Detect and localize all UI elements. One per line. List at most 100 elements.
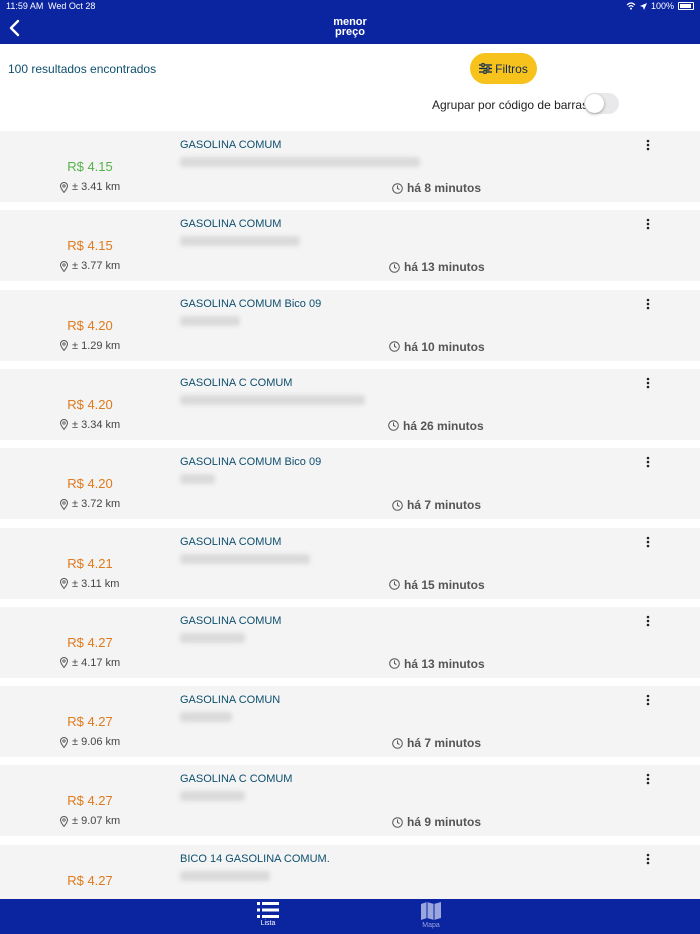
redacted-store-name xyxy=(180,712,232,723)
location-arrow-icon xyxy=(639,2,647,10)
price-value: R$ 4.20 xyxy=(67,476,113,492)
product-name: GASOLINA C COMUM xyxy=(180,376,293,389)
tab-bar: Lista Mapa xyxy=(0,899,700,934)
result-card[interactable]: R$ 4.15 ± 3.77 km GASOLINA COMUM há 13 minu… xyxy=(0,210,700,282)
updated-time-text: há 13 minutos xyxy=(404,656,485,671)
updated-time-text: há 7 minutos xyxy=(407,736,482,751)
more-vertical-icon xyxy=(646,298,650,309)
updated-time-text: há 7 minutos xyxy=(407,498,482,513)
updated-time: há 15 minutos xyxy=(389,578,485,592)
distance: ± 3.41 km xyxy=(60,181,120,193)
clock-icon xyxy=(392,499,403,511)
clock-icon xyxy=(389,341,400,352)
updated-time: há 10 minutos xyxy=(389,340,485,354)
updated-time-text: há 8 minutos xyxy=(407,181,482,195)
price-value: R$ 4.27 xyxy=(67,714,113,730)
distance-text: ± 3.72 km xyxy=(72,498,121,511)
more-vertical-icon xyxy=(646,536,650,547)
chevron-left-icon xyxy=(9,19,20,37)
distance-text: ± 3.77 km xyxy=(72,260,121,273)
distance: ± 4.17 km xyxy=(60,657,120,669)
product-name: BICO 14 GASOLINA COMUM. xyxy=(180,852,330,865)
updated-time-text: há 9 minutos xyxy=(407,815,482,830)
clock-icon xyxy=(389,579,400,590)
updated-time-text: há 10 minutos xyxy=(404,339,485,354)
clock-icon xyxy=(392,737,403,749)
status-right: 100% xyxy=(626,1,694,11)
status-date: Wed Oct 28 xyxy=(48,1,96,11)
more-vertical-icon xyxy=(646,774,650,785)
product-name: GASOLINA COMUM xyxy=(180,535,282,548)
battery-icon xyxy=(678,2,694,10)
result-card[interactable]: R$ 4.27 ± 4.17 km GASOLINA COMUM há 13 minu… xyxy=(0,606,700,678)
distance: ± 1.29 km xyxy=(60,340,120,352)
clock-icon xyxy=(389,261,400,273)
distance: ± 3.34 km xyxy=(60,419,120,431)
more-options-button[interactable] xyxy=(640,454,656,470)
more-options-button[interactable] xyxy=(640,534,656,550)
result-card[interactable]: R$ 4.21 ± 3.11 km GASOLINA COMUM há 15 minu… xyxy=(0,527,700,599)
redacted-store-name xyxy=(180,553,310,564)
location-pin-icon xyxy=(60,340,68,352)
distance: ± 9.07 km xyxy=(60,815,120,827)
product-name: GASOLINA C COMUM xyxy=(180,773,293,786)
location-pin-icon xyxy=(60,657,68,669)
clock-icon xyxy=(392,817,403,828)
product-name: GASOLINA COMUN xyxy=(180,694,281,707)
map-icon xyxy=(421,902,441,920)
filters-label: Filtros xyxy=(495,61,528,76)
updated-time: há 13 minutos xyxy=(389,260,485,274)
product-name: GASOLINA COMUM xyxy=(180,614,282,627)
price-value: R$ 4.27 xyxy=(67,872,113,888)
more-options-button[interactable] xyxy=(640,296,656,312)
redacted-store-name xyxy=(180,236,300,247)
result-card[interactable]: R$ 4.20 ± 3.72 km GASOLINA COMUM Bico 09 há… xyxy=(0,448,700,520)
results-count: 100 resultados encontrados xyxy=(8,62,157,76)
redacted-store-name xyxy=(180,632,245,643)
distance-text: ± 1.29 km xyxy=(72,339,121,352)
more-options-button[interactable] xyxy=(640,692,656,708)
location-pin-icon xyxy=(60,260,68,272)
result-card[interactable]: R$ 4.20 ± 1.29 km GASOLINA COMUM Bico 09 há… xyxy=(0,289,700,361)
status-time: 11:59 AM xyxy=(6,1,44,11)
updated-time: há 13 minutos xyxy=(389,657,485,671)
more-vertical-icon xyxy=(646,139,650,151)
tab-lista[interactable]: Lista xyxy=(238,901,298,927)
location-pin-icon xyxy=(60,578,68,589)
product-name: GASOLINA COMUM Bico 09 xyxy=(180,456,322,469)
price-value: R$ 4.15 xyxy=(67,238,113,254)
more-options-button[interactable] xyxy=(640,851,656,867)
back-button[interactable] xyxy=(4,16,26,40)
more-options-button[interactable] xyxy=(640,375,656,391)
result-card[interactable]: R$ 4.15 ± 3.41 km GASOLINA COMUM há 8 minut… xyxy=(0,131,700,202)
updated-time: há 7 minutos xyxy=(392,498,481,512)
updated-time: há 7 minutos xyxy=(392,736,481,750)
product-name: GASOLINA COMUM xyxy=(180,139,282,151)
tab-mapa[interactable]: Mapa xyxy=(401,901,461,929)
filters-button[interactable]: Filtros xyxy=(470,53,537,84)
more-options-button[interactable] xyxy=(640,137,656,153)
more-vertical-icon xyxy=(646,377,650,389)
location-pin-icon xyxy=(60,736,68,748)
distance-text: ± 3.41 km xyxy=(72,181,121,193)
redacted-store-name xyxy=(180,315,240,326)
price-value: R$ 4.20 xyxy=(67,317,113,333)
location-pin-icon xyxy=(60,419,68,431)
wifi-icon xyxy=(626,2,636,10)
clock-icon xyxy=(388,420,399,432)
app-logo: menor preço xyxy=(305,17,395,38)
result-card[interactable]: R$ 4.27 ± 9.06 km GASOLINA COMUN há 7 minut… xyxy=(0,686,700,758)
more-vertical-icon xyxy=(646,456,650,468)
result-card[interactable]: R$ 4.27 ± 9.07 km GASOLINA C COMUM há 9 min… xyxy=(0,765,700,837)
list-icon xyxy=(257,902,279,918)
more-options-button[interactable] xyxy=(640,613,656,629)
logo-line-2: preço xyxy=(335,26,365,38)
distance: ± 3.11 km xyxy=(60,578,119,590)
clock-icon xyxy=(389,658,400,670)
result-card[interactable]: R$ 4.20 ± 3.34 km GASOLINA C COMUM há 26 mi… xyxy=(0,368,700,440)
more-options-button[interactable] xyxy=(640,771,656,787)
distance-text: ± 4.17 km xyxy=(72,656,121,669)
group-barcode-toggle[interactable] xyxy=(584,93,619,114)
location-pin-icon xyxy=(60,815,68,827)
more-options-button[interactable] xyxy=(640,216,656,232)
